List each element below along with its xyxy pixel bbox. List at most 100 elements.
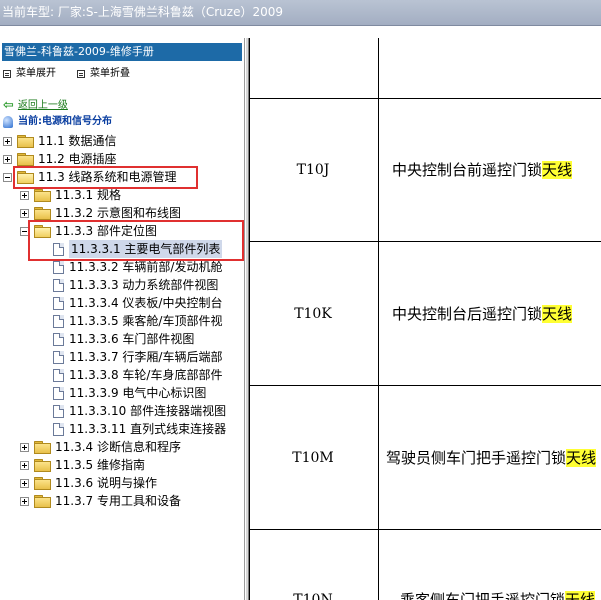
document-icon: [53, 350, 64, 364]
tree-item-label: 11.3.2 示意图和布线图: [55, 206, 181, 220]
highlighted-term: 天线: [566, 449, 597, 467]
table-row-divider: [249, 385, 601, 386]
document-icon: [53, 422, 64, 436]
tree-item-label: 11.3.7 专用工具和设备: [55, 494, 181, 508]
connector-desc-cell: 中央控制台后遥控门锁天线: [380, 304, 601, 324]
manual-title: 雪佛兰-科鲁兹-2009-维修手册: [2, 43, 242, 61]
document-icon: [53, 404, 64, 418]
table-row-divider: [249, 241, 601, 242]
folder-icon: [34, 495, 51, 508]
tree-item-label: 11.3.3.3 动力系统部件视图: [69, 278, 219, 292]
connector-code-cell: T10K: [294, 306, 332, 322]
document-icon: [53, 296, 64, 310]
expand-plus-icon[interactable]: [20, 460, 29, 470]
connector-desc-text: 中央控制台前遥控门锁: [392, 161, 543, 179]
folder-icon: [34, 441, 51, 454]
highlighted-term: 天线: [565, 591, 596, 600]
highlighted-term: 天线: [542, 305, 573, 323]
folder-icon: [34, 207, 51, 220]
tree-item-11-3-7[interactable]: 11.3.7 专用工具和设备: [20, 492, 181, 510]
tree-item-11-3-3-7[interactable]: 11.3.3.7 行李厢/车辆后端部: [37, 348, 222, 366]
expand-plus-icon[interactable]: [3, 154, 12, 164]
folder-icon: [34, 189, 51, 202]
tree-item-label: 11.3.3.6 车门部件视图: [69, 332, 195, 346]
tree-item-11-3-3-10[interactable]: 11.3.3.10 部件连接器端视图: [37, 402, 226, 420]
tree-item-11-3-4[interactable]: 11.3.4 诊断信息和程序: [20, 438, 181, 456]
tree-item-11-2[interactable]: 11.2 电源插座: [3, 150, 117, 168]
expand-icon: [3, 70, 11, 78]
tree-item-11-3-3[interactable]: 11.3.3 部件定位图: [20, 222, 157, 240]
tree-item-11-3-2[interactable]: 11.3.2 示意图和布线图: [20, 204, 181, 222]
folder-icon: [17, 135, 34, 148]
tree-item-label: 11.3 线路系统和电源管理: [38, 170, 177, 184]
expand-menu-label: 菜单展开: [16, 68, 56, 79]
current-location-label: 当前:电源和信号分布: [18, 116, 112, 127]
tree-item-label: 11.3.3.11 直列式线束连接器: [69, 422, 227, 436]
connector-code-cell: T10J: [296, 162, 330, 178]
tree-item-11-3-3-6[interactable]: 11.3.3.6 车门部件视图: [37, 330, 194, 348]
highlighted-term: 天线: [542, 161, 573, 179]
tree-item-11-1[interactable]: 11.1 数据通信: [3, 132, 117, 150]
tree-item-11-3-3-1[interactable]: 11.3.3.1 主要电气部件列表: [37, 240, 223, 258]
expand-menu-button[interactable]: 菜单展开: [3, 67, 56, 81]
open-folder-icon: [17, 171, 34, 184]
connector-desc-text: 乘客侧车门把手遥控门锁: [400, 591, 566, 600]
tree-item-11-3-3-3[interactable]: 11.3.3.3 动力系统部件视图: [37, 276, 218, 294]
expand-plus-icon[interactable]: [3, 136, 12, 146]
document-icon: [53, 332, 64, 346]
tree-item-label: 11.3.3 部件定位图: [55, 224, 157, 238]
tree-item-label: 11.3.4 诊断信息和程序: [55, 440, 181, 454]
tree-item-label: 11.3.6 说明与操作: [55, 476, 157, 490]
tree-item-11-3-3-2[interactable]: 11.3.3.2 车辆前部/发动机舱: [37, 258, 222, 276]
expand-plus-icon[interactable]: [20, 496, 29, 506]
content-pane: T10J 中央控制台前遥控门锁天线 T10K 中央控制台后遥控门锁天线 T10M…: [249, 38, 601, 600]
table-row-divider: [249, 529, 601, 530]
collapse-minus-icon[interactable]: [20, 226, 29, 236]
tree-item-11-3-3-4[interactable]: 11.3.3.4 仪表板/中央控制台: [37, 294, 222, 312]
tree-item-11-3-3-5[interactable]: 11.3.3.5 乘客舱/车顶部件视: [37, 312, 222, 330]
expand-plus-icon[interactable]: [20, 442, 29, 452]
document-icon: [53, 386, 64, 400]
table-column-divider: [378, 38, 379, 600]
collapse-icon: [77, 70, 85, 78]
tree-item-label: 11.3.3.5 乘客舱/车顶部件视: [69, 314, 223, 328]
tree-item-11-3-1[interactable]: 11.3.1 规格: [20, 186, 121, 204]
back-link[interactable]: ⇦ 返回上一级: [3, 99, 68, 113]
collapse-menu-label: 菜单折叠: [90, 68, 130, 79]
tree-item-11-3-3-9[interactable]: 11.3.3.9 电气中心标识图: [37, 384, 206, 402]
tree-item-label: 11.3.3.9 电气中心标识图: [69, 386, 207, 400]
tree-item-label: 11.3.3.7 行李厢/车辆后端部: [69, 350, 223, 364]
tree-item-label: 11.3.3.4 仪表板/中央控制台: [69, 296, 223, 310]
tree-item-11-3-3-11[interactable]: 11.3.3.11 直列式线束连接器: [37, 420, 226, 438]
tree-item-label: 11.3.5 维修指南: [55, 458, 145, 472]
collapse-minus-icon[interactable]: [3, 172, 12, 182]
tree-item-11-3[interactable]: 11.3 线路系统和电源管理: [3, 168, 177, 186]
folder-icon: [34, 477, 51, 490]
expand-plus-icon[interactable]: [20, 190, 29, 200]
document-icon: [53, 314, 64, 328]
tree-item-11-3-5[interactable]: 11.3.5 维修指南: [20, 456, 145, 474]
expand-plus-icon[interactable]: [20, 208, 29, 218]
tree-item-11-3-6[interactable]: 11.3.6 说明与操作: [20, 474, 157, 492]
location-icon: [3, 116, 13, 128]
tree-item-label: 11.3.3.1 主要电气部件列表: [69, 240, 223, 258]
document-icon: [53, 278, 64, 292]
connector-desc-cell: 驾驶员侧车门把手遥控门锁天线: [380, 448, 601, 468]
back-link-label: 返回上一级: [17, 100, 68, 111]
connector-desc-text: 驾驶员侧车门把手遥控门锁: [386, 449, 567, 467]
collapse-menu-button[interactable]: 菜单折叠: [77, 67, 130, 81]
tree-item-11-3-3-8[interactable]: 11.3.3.8 车轮/车身底部部件: [37, 366, 222, 384]
document-icon: [53, 242, 64, 256]
navigation-pane: 雪佛兰-科鲁兹-2009-维修手册 菜单展开 菜单折叠 ⇦ 返回上一级 当前:电…: [0, 38, 245, 600]
window-title: 当前车型: 厂家:S-上海雪佛兰科鲁兹（Cruze）2009: [0, 0, 601, 26]
tree-item-label: 11.1 数据通信: [38, 134, 117, 148]
current-location: 当前:电源和信号分布: [3, 115, 112, 129]
folder-icon: [17, 153, 34, 166]
expand-plus-icon[interactable]: [20, 478, 29, 488]
back-arrow-icon: ⇦: [3, 98, 14, 113]
connector-desc-cell: 乘客侧车门把手遥控门锁天线: [380, 590, 601, 600]
tree-item-label: 11.3.3.10 部件连接器端视图: [69, 404, 227, 418]
connector-code-cell: T10N: [293, 592, 333, 600]
tree-item-label: 11.3.3.8 车轮/车身底部部件: [69, 368, 223, 382]
document-icon: [53, 368, 64, 382]
